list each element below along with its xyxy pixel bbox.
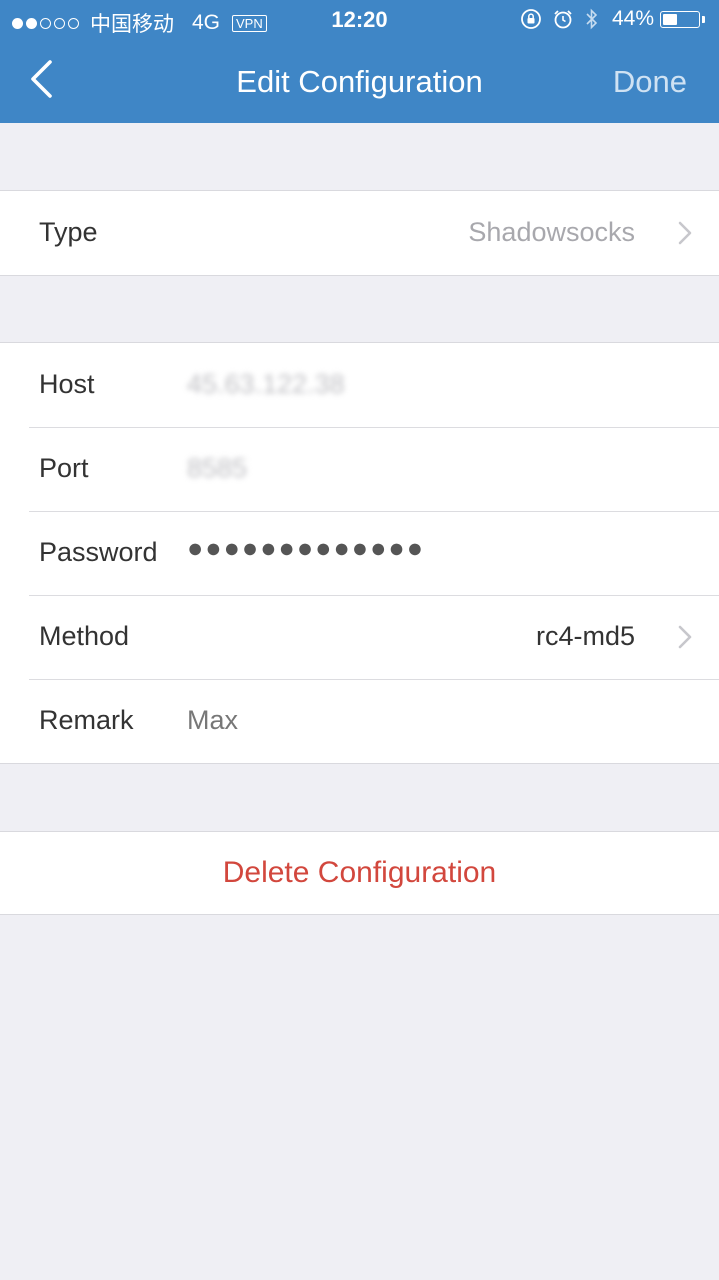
remark-row: Remark Max (0, 679, 719, 763)
password-row: Password ●●●●●●●●●●●●● (0, 511, 719, 595)
delete-section: Delete Configuration (0, 831, 719, 915)
orientation-lock-icon (521, 9, 541, 29)
type-value: Shadowsocks (468, 217, 635, 247)
top-bar: 中国移动 4G VPN 12:20 44% Edit Configuration… (0, 0, 719, 123)
delete-configuration-button[interactable]: Delete Configuration (0, 832, 719, 914)
port-row: Port 8585 (0, 427, 719, 511)
host-input[interactable]: 45.63.122.38 (187, 369, 345, 400)
battery-level (663, 13, 678, 25)
battery-icon (660, 10, 700, 28)
status-bar: 中国移动 4G VPN 12:20 44% (0, 0, 719, 40)
chevron-right-icon (678, 625, 692, 649)
battery-percentage: 44% (611, 7, 654, 30)
host-label: Host (39, 369, 95, 399)
server-settings-section: Host 45.63.122.38 Port 8585 Password ●●●… (0, 342, 719, 764)
alarm-icon (554, 10, 572, 29)
status-right: 44% (510, 7, 705, 31)
remark-label: Remark (39, 705, 134, 735)
method-value: rc4-md5 (535, 621, 635, 651)
type-section: Type Shadowsocks (0, 190, 719, 276)
method-row[interactable]: Method rc4-md5 (0, 595, 719, 679)
type-row[interactable]: Type Shadowsocks (0, 191, 719, 275)
bluetooth-icon (586, 8, 598, 30)
port-label: Port (39, 453, 89, 483)
password-input[interactable]: ●●●●●●●●●●●●● (187, 533, 425, 564)
done-button[interactable]: Done (613, 64, 687, 100)
remark-input[interactable]: Max (187, 705, 238, 736)
navigation-bar: Edit Configuration Done (0, 40, 719, 123)
port-input[interactable]: 8585 (187, 453, 247, 484)
host-row: Host 45.63.122.38 (0, 343, 719, 427)
type-label: Type (39, 217, 98, 247)
chevron-right-icon (678, 221, 692, 245)
method-label: Method (39, 621, 130, 651)
password-label: Password (39, 537, 158, 567)
battery-cap (702, 15, 705, 23)
delete-configuration-label: Delete Configuration (222, 856, 497, 889)
page-title: Edit Configuration (236, 64, 483, 99)
